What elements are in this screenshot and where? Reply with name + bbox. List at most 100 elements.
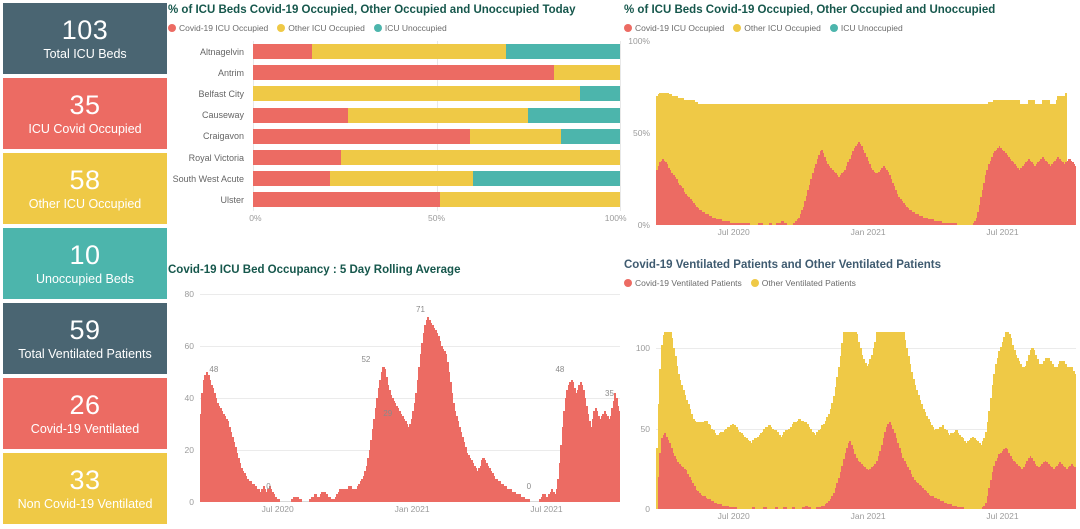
legend-item[interactable]: Covid-19 ICU Occupied [624, 23, 724, 33]
bar-segment[interactable] [341, 150, 620, 166]
bar-row[interactable]: Antrim [168, 62, 620, 83]
legend-label: Covid-19 ICU Occupied [179, 23, 269, 33]
bar-row[interactable]: Belfast City [168, 83, 620, 104]
bar-segment[interactable] [440, 192, 620, 208]
bar-segment[interactable] [553, 65, 620, 81]
ventilated-chart: 0 50 100 Jul 2020 Jan 2021 Jul 2021 [624, 310, 1076, 525]
legend-item[interactable]: Other Ventilated Patients [750, 278, 856, 288]
y-tick-label: 0 [189, 497, 194, 507]
legend-hospital-bars: Covid-19 ICU Occupied Other ICU Occupied I… [168, 23, 620, 33]
bar-segment[interactable] [253, 171, 331, 187]
panel-title-icu-rolling: Covid-19 ICU Bed Occupancy : 5 Day Rolli… [168, 264, 461, 276]
bar-segment[interactable] [253, 44, 312, 60]
x-axis: Jul 2020 Jan 2021 Jul 2021 [656, 227, 1076, 241]
bar-segment[interactable] [348, 107, 529, 123]
y-axis: 0 20 40 60 80 [168, 286, 198, 518]
kpi-value: 35 [69, 90, 101, 120]
kpi-label: Unoccupied Beds [36, 272, 134, 286]
bar-track [253, 150, 620, 166]
data-segment [1074, 373, 1076, 468]
legend-item[interactable]: Covid-19 Ventilated Patients [624, 278, 742, 288]
y-tick-label: 0% [637, 220, 650, 230]
kpi-tile[interactable]: 26 Covid-19 Ventilated [3, 378, 167, 449]
bar-row[interactable]: South West Acute [168, 168, 620, 189]
y-axis: 0% 50% 100% [624, 36, 654, 241]
data-label: 29 [383, 409, 393, 419]
y-tick-label: 20 [184, 445, 194, 455]
kpi-tile[interactable]: 35 ICU Covid Occupied [3, 78, 167, 149]
x-tick-label: 50% [427, 213, 446, 223]
data-label: 52 [361, 354, 371, 364]
kpi-value: 26 [69, 390, 101, 420]
bar-row[interactable]: Royal Victoria [168, 147, 620, 168]
plot-area: 48 0 52 29 71 0 48 35 [200, 294, 620, 502]
bar-category-label: Antrim [217, 67, 244, 78]
x-tick-label: Jul 2021 [530, 504, 563, 514]
kpi-tile[interactable]: 58 Other ICU Occupied [3, 153, 167, 224]
legend-item[interactable]: Other ICU Occupied [733, 23, 821, 33]
bar-segment[interactable] [253, 65, 554, 81]
kpi-tile[interactable]: 103 Total ICU Beds [3, 3, 167, 74]
legend-label: ICU Unoccupied [840, 23, 903, 33]
bar-segment[interactable] [253, 192, 441, 208]
legend-ventilated: Covid-19 Ventilated Patients Other Ventil… [624, 278, 1076, 288]
kpi-label: Total Ventilated Patients [18, 347, 152, 361]
legend-swatch-icon [373, 24, 382, 32]
x-axis: Jul 2020 Jan 2021 Jul 2021 [200, 504, 620, 518]
legend-label: Covid-19 Ventilated Patients [635, 278, 742, 288]
legend-swatch-icon [624, 279, 632, 287]
legend-swatch-icon [750, 279, 759, 287]
x-tick-label: Jan 2021 [850, 511, 886, 521]
legend-item[interactable]: Covid-19 ICU Occupied [168, 23, 268, 33]
bar-row[interactable]: Craigavon [168, 126, 620, 147]
panel-title-ventilated: Covid-19 Ventilated Patients and Other V… [624, 259, 941, 271]
data-label: 71 [416, 305, 425, 315]
kpi-value: 58 [69, 165, 101, 195]
bar-track [253, 128, 620, 144]
bar-segment[interactable] [506, 44, 620, 60]
bar-segment[interactable] [469, 128, 562, 144]
bar-row[interactable]: Causeway [168, 105, 620, 126]
bar-segment[interactable] [253, 128, 470, 144]
legend-beds-over-time: Covid-19 ICU Occupied Other ICU Occupied I… [624, 23, 1076, 33]
bar-category-label: South West Acute [172, 173, 244, 184]
legend-label: Covid-19 ICU Occupied [635, 23, 725, 33]
kpi-tile[interactable]: 10 Unoccupied Beds [3, 228, 167, 299]
bar-category-label: Ulster [220, 194, 244, 205]
kpi-tile[interactable]: 59 Total Ventilated Patients [3, 303, 167, 374]
data-column [618, 294, 620, 502]
kpi-value: 59 [69, 315, 101, 345]
bar-segment[interactable] [253, 86, 580, 102]
legend-item[interactable]: Other ICU Occupied [277, 23, 365, 33]
kpi-label: Covid-19 Ventilated [30, 422, 140, 436]
legend-label: Other ICU Occupied [744, 23, 821, 33]
legend-item[interactable]: ICU Unoccupied [373, 23, 447, 33]
bar-segment[interactable] [579, 86, 620, 102]
kpi-tile[interactable]: 33 Non Covid-19 Ventilated [3, 453, 167, 524]
bar-segment[interactable] [253, 107, 349, 123]
panel-title-beds-over-time: % of ICU Beds Covid-19 Occupied, Other O… [624, 4, 996, 16]
bar-track [253, 171, 620, 187]
legend-swatch-icon [168, 24, 176, 32]
bar-category-label: Altnagelvin [199, 46, 244, 57]
data-label: 35 [605, 388, 614, 398]
legend-item[interactable]: ICU Unoccupied [829, 23, 903, 33]
bar-category-label: Belfast City [198, 88, 244, 99]
bar-segment[interactable] [311, 44, 507, 60]
bar-category-label: Causeway [201, 110, 244, 121]
bar-segment[interactable] [473, 171, 620, 187]
x-tick-label: Jul 2021 [986, 511, 1019, 521]
bar-segment[interactable] [528, 107, 620, 123]
x-tick-label: Jan 2021 [850, 227, 886, 237]
bar-segment[interactable] [253, 150, 342, 166]
bar-row[interactable]: Ulster [168, 189, 620, 210]
plot-area [656, 332, 1076, 509]
data-label: 48 [209, 365, 219, 375]
x-tick-label: 0% [249, 213, 262, 223]
data-segment [1074, 467, 1076, 509]
bar-segment[interactable] [330, 171, 474, 187]
kpi-column: 103 Total ICU Beds 35 ICU Covid Occupied 58 O… [3, 3, 167, 528]
bar-segment[interactable] [561, 128, 620, 144]
bar-row[interactable]: Altnagelvin [168, 41, 620, 62]
bar-track [253, 107, 620, 123]
